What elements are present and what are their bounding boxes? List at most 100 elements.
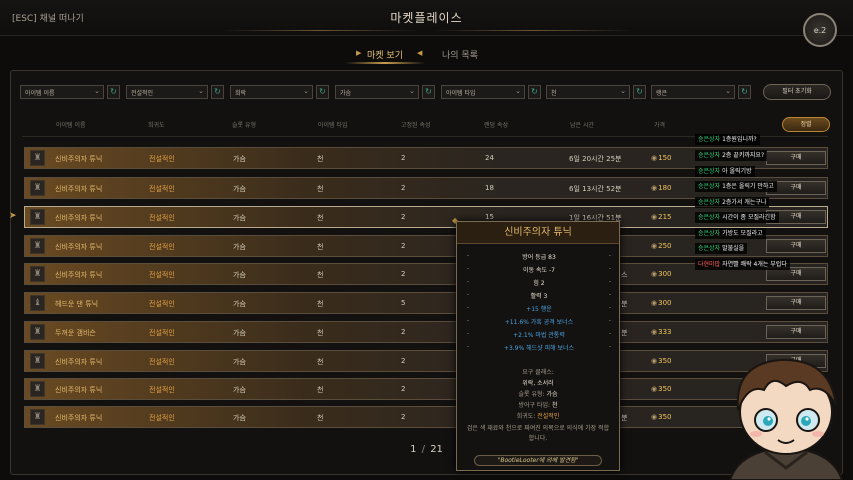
item-rarity: 전설적인 [149,214,175,222]
item-rarity: 전설적인 [149,155,175,163]
chevron-down-icon: ⌄ [409,87,415,95]
tooltip-stat: - 이동 속도 -7- [467,265,611,274]
filter-slot[interactable]: 가슴 ⌄ [335,85,419,99]
chat-nick: 승은상자 [698,245,721,252]
item-slot: 가슴 [233,185,246,193]
meta-value: 천 [551,402,558,409]
refresh-icon[interactable]: ↻ [738,85,751,99]
stat-text: 활력 3 [530,293,548,300]
table-row[interactable]: ♜ 신비주의자 튜닉 전설적인 가슴 천 2 350 구매 [24,350,828,372]
item-price: 350 [651,357,671,365]
item-rarity: 전설적인 [149,185,175,193]
chat-message: 승은상자 2층 끝키까지요? [695,150,768,161]
chat-nick: 승은상자 [698,214,721,221]
item-type: 천 [317,271,324,279]
item-rarity: 전설적인 [149,243,175,251]
tooltip-stat: - 활력 3- [467,291,611,300]
item-rarity: 전설적인 [149,271,175,279]
item-random-attributes: 18 [485,184,494,192]
filter-random-attribute[interactable]: 랭큰 ⌄ [651,85,735,99]
item-rarity: 전설적인 [149,386,175,394]
filter-label: 가슴 [340,90,352,97]
chat-message: 승은상자 아 올릭기방 [695,166,755,177]
chat-text: 시간이 좀 모질라긴함 [722,214,776,221]
column-header[interactable]: 가격 [654,120,665,129]
item-name: 신비주의자 튜닉 [55,358,103,366]
column-header[interactable]: 남은 시간 [570,120,594,129]
chat-nick: 다현미밥 [698,261,721,268]
table-row[interactable]: ♜ 신비주의자 튜닉 전설적인 가슴 천 2 350 구매 [24,378,828,400]
refresh-icon[interactable]: ↻ [316,85,329,99]
filter-item-type[interactable]: 아이템 타입 ⌄ [441,85,525,99]
stat-text: +11.6% 가혹 공격 보너스 [504,319,574,326]
column-header[interactable]: 슬롯 유형 [232,120,256,129]
meta-label: 방어구 타입: [518,402,551,409]
refresh-icon[interactable]: ↻ [633,85,646,99]
chat-nick: 승은상자 [698,136,721,143]
tooltip-random-stat: - +3.9% 헤드샷 피해 보너스 - [467,343,611,352]
item-fixed-attributes: 5 [401,299,406,307]
chat-message: 다현미밥 자연빨 쾌락 4개는 부럽다 [695,259,790,270]
total-pages: 21 [430,444,443,455]
item-price: 350 [651,413,671,421]
tab-arrow-left-icon: ▶ [356,49,362,57]
tab-my-listings[interactable]: 나의 목록 [442,48,478,61]
tunic-item-icon: ♜ [30,409,45,425]
filter-class[interactable]: 희락 ⌄ [230,85,313,99]
chevron-down-icon: ⌄ [94,87,100,95]
filter-armor-type[interactable]: 천 ⌄ [546,85,630,99]
current-page[interactable]: 1 [410,444,416,455]
refresh-icon[interactable]: ↻ [528,85,541,99]
item-rarity: 전설적인 [149,300,175,308]
refresh-icon[interactable]: ↻ [211,85,224,99]
meta-label: 요구 클래스: [522,369,554,376]
chat-text: 1층원입니까? [722,136,757,143]
table-row[interactable]: ♜ 두꺼운 갬비슨 전설적인 가슴 천 2 분 333 구매 [24,321,828,343]
page-title: 마켓플레이스 [390,11,463,25]
tooltip-required-class: 요구 클래스: [457,367,619,376]
item-random-attributes: 24 [485,154,494,162]
column-header[interactable]: 희귀도 [148,120,165,129]
table-row[interactable]: ♝ 헤드운 댄 튜닉 전설적인 가슴 천 5 분 300 구매 [24,292,828,314]
item-type: 천 [317,185,324,193]
buy-button[interactable]: 구매 [766,239,826,253]
item-price: 350 [651,385,671,393]
column-header[interactable]: 랜덤 속성 [484,120,508,129]
item-type: 천 [317,300,324,308]
item-fixed-attributes: 2 [401,413,406,421]
item-name: 신비주의자 튜닉 [55,185,103,193]
tab-market-view[interactable]: 마켓 보기 [367,48,403,61]
tooltip-discovered-by: "BootieLooter에 의해 발견됨" [474,455,602,466]
item-fixed-attributes: 2 [401,270,406,278]
refresh-icon[interactable]: ↻ [422,85,435,99]
refresh-icon[interactable]: ↻ [107,85,120,99]
table-header: 아이템 이름 희귀도 슬롯 유형 아이템 타입 고정된 속성 랜덤 속성 남은 … [0,118,853,130]
chevron-down-icon: ⌄ [620,87,626,95]
buy-button[interactable]: 구매 [766,151,826,165]
tunic-item-icon: ♜ [30,353,45,369]
tooltip-armor-type: 방어구 타입: 천 [457,400,619,409]
tooltip-rarity: 희귀도: 전설적인 [457,411,619,420]
sort-button[interactable]: 정렬 [782,117,830,132]
filter-item-name[interactable]: 아이템 이름 ⌄ [20,85,104,99]
item-time-left: 6일 20시간 25분 [569,155,622,163]
column-header[interactable]: 아이템 타입 [318,120,348,129]
gambeson-item-icon: ♜ [30,324,45,340]
item-time-left: 분 [621,414,628,422]
chevron-down-icon: ⌄ [198,87,204,95]
item-type: 천 [317,243,324,251]
tooltip-required-class-value: 위락, 소서러 [457,378,619,387]
filter-label: 아이템 이름 [25,90,55,97]
item-type: 천 [317,155,324,163]
column-header[interactable]: 아이템 이름 [56,120,86,129]
column-header[interactable]: 고정된 속성 [401,120,431,129]
item-fixed-attributes: 2 [401,385,406,393]
item-price: 333 [651,328,671,336]
buy-button[interactable]: 구매 [766,325,826,339]
reset-filters-button[interactable]: 필터 초기화 [763,84,831,100]
buy-button[interactable]: 구매 [766,296,826,310]
item-time-left: 스 [621,271,628,279]
filter-rarity[interactable]: 전설적인 ⌄ [126,85,208,99]
table-row[interactable]: ♜ 신비주의자 튜닉 전설적인 가슴 천 2 분 350 구매 [24,406,828,428]
tooltip-slot-type: 슬롯 유형: 가슴 [457,389,619,398]
